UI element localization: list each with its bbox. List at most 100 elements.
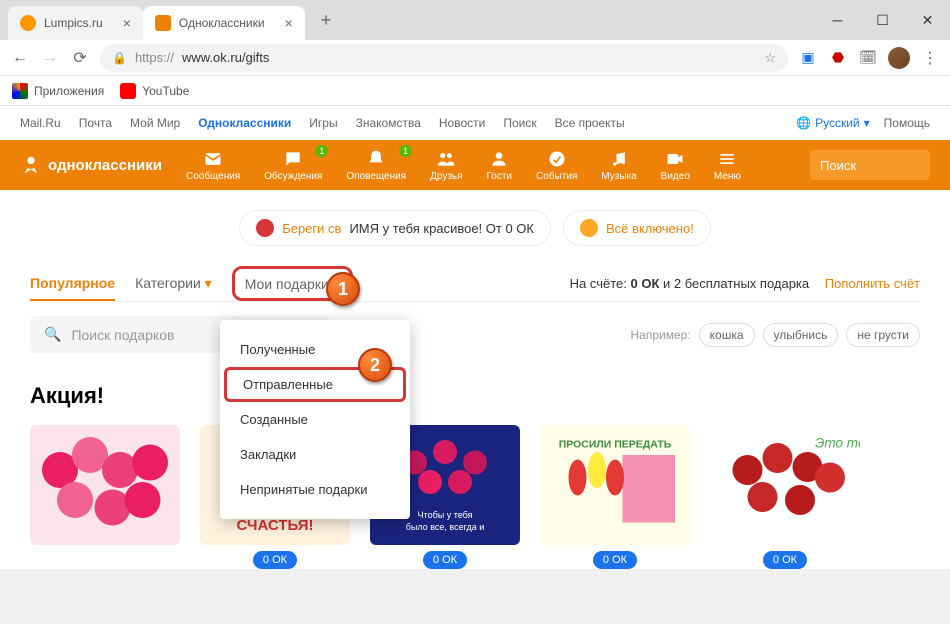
dd-item-bookmarks[interactable]: Закладки [220, 437, 410, 472]
new-tab-button[interactable]: + [313, 10, 340, 31]
close-button[interactable]: ✕ [905, 5, 950, 35]
chevron-down-icon: ▾ [205, 275, 212, 291]
svg-text:ПРОСИЛИ ПЕРЕДАТЬ: ПРОСИЛИ ПЕРЕДАТЬ [559, 439, 672, 451]
window-controls: ─ ☐ ✕ [815, 5, 950, 35]
search-input[interactable]: Поиск [810, 150, 930, 180]
account-balance: На счёте: 0 ОК и 2 бесплатных подарка По… [570, 276, 920, 291]
tab-popular[interactable]: Популярное [30, 267, 115, 301]
example-tag[interactable]: кошка [699, 323, 755, 347]
gifts-tabs: Популярное Категории ▾ Мои подарки ▾ На … [30, 266, 920, 302]
browser-tab-lumpics[interactable]: Lumpics.ru × [8, 6, 143, 40]
bookmark-label: YouTube [142, 84, 189, 98]
topnav-link[interactable]: Почта [79, 116, 112, 130]
ext-translate-icon[interactable]: ▣ [798, 48, 818, 68]
gift-price: 0 ОК [253, 551, 297, 569]
close-icon[interactable]: × [285, 15, 293, 31]
url-text: www.ok.ru/gifts [182, 50, 269, 65]
gift-price: 0 ОК [423, 551, 467, 569]
youtube-icon [120, 83, 136, 99]
guests-icon [489, 149, 509, 169]
minimize-button[interactable]: ─ [815, 5, 860, 35]
topnav-link[interactable]: Поиск [503, 116, 536, 130]
tab-title: Lumpics.ru [44, 16, 103, 30]
menu-icon[interactable]: ⋮ [920, 48, 940, 68]
gifts-grid: СЧАСТЬЯ! 0 ОК Чтобы у тебя было все, всег… [30, 425, 920, 569]
nav-music[interactable]: Музыка [601, 149, 636, 182]
reload-icon[interactable]: ⟳ [70, 48, 90, 68]
search-icon: 🔍 [44, 326, 61, 343]
nav-menu[interactable]: Меню [714, 149, 741, 182]
annotation-marker-1: 1 [326, 272, 360, 306]
language-selector[interactable]: 🌐Русский ▾ [796, 116, 870, 130]
browser-tab-ok[interactable]: Одноклассники × [143, 6, 305, 40]
address-bar: ← → ⟳ 🔒 https://www.ok.ru/gifts ☆ ▣ ⬣ 🗓 … [0, 40, 950, 76]
bookmark-youtube[interactable]: YouTube [120, 83, 189, 99]
hamburger-icon [717, 149, 737, 169]
svg-text:Чтобы у тебя: Чтобы у тебя [418, 510, 473, 520]
events-icon [547, 149, 567, 169]
tab-title: Одноклассники [179, 16, 265, 30]
bookmarks-bar: Приложения YouTube [0, 76, 950, 106]
maximize-button[interactable]: ☐ [860, 5, 905, 35]
gift-card[interactable]: ПРОСИЛИ ПЕРЕДАТЬ 0 ОК [540, 425, 690, 569]
favicon-lumpics [20, 15, 36, 31]
topnav-link[interactable]: Одноклассники [198, 116, 291, 130]
site-topnav: Mail.Ru Почта Мой Мир Одноклассники Игры… [0, 106, 950, 140]
gift-image-red-roses: Это тебе! [710, 425, 860, 545]
nav-friends[interactable]: Друзья [430, 149, 462, 182]
lock-icon: 🔒 [112, 51, 127, 65]
site-logo[interactable]: одноклассники [20, 154, 162, 176]
star-icon[interactable]: ☆ [764, 50, 776, 66]
gifts-search-row: 🔍 Поиск подарков Например: кошка улыбнис… [30, 302, 920, 367]
gift-price: 0 ОК [763, 551, 807, 569]
svg-text:СЧАСТЬЯ!: СЧАСТЬЯ! [236, 517, 313, 534]
annotation-marker-2: 2 [358, 348, 392, 382]
close-icon[interactable]: × [123, 15, 131, 31]
page-content: Береги свИМЯ у тебя красивое! От 0 ОК Вс… [0, 190, 950, 569]
nav-messages[interactable]: Сообщения [186, 149, 240, 182]
back-icon[interactable]: ← [10, 49, 30, 67]
svg-text:было все, всегда и: было все, всегда и [406, 522, 485, 532]
promo-row: Береги свИМЯ у тебя красивое! От 0 ОК Вс… [30, 190, 920, 266]
topnav-link[interactable]: Игры [309, 116, 337, 130]
browser-titlebar: Lumpics.ru × Одноклассники × + ─ ☐ ✕ [0, 0, 950, 40]
ext-calendar-icon[interactable]: 🗓 [858, 48, 878, 68]
topnav-link[interactable]: Mail.Ru [20, 116, 61, 130]
nav-notifications[interactable]: 1Оповещения [346, 149, 406, 182]
dd-item-created[interactable]: Созданные [220, 402, 410, 437]
chat-icon [283, 149, 303, 169]
bookmark-label: Приложения [34, 84, 104, 98]
example-tag[interactable]: не грусти [846, 323, 920, 347]
bookmark-apps[interactable]: Приложения [12, 83, 104, 99]
logo-text: одноклассники [48, 157, 162, 174]
topnav-link[interactable]: Мой Мир [130, 116, 180, 130]
profile-avatar[interactable] [888, 47, 910, 69]
tab-categories[interactable]: Категории ▾ [135, 267, 212, 300]
promo-icon [256, 219, 274, 237]
gift-card[interactable]: Это тебе! 0 ОК [710, 425, 860, 569]
forward-icon[interactable]: → [40, 49, 60, 67]
svg-text:Это тебе!: Это тебе! [815, 436, 860, 451]
video-icon [665, 149, 685, 169]
gift-price: 0 ОК [593, 551, 637, 569]
nav-video[interactable]: Видео [661, 149, 690, 182]
example-tag[interactable]: улыбнись [763, 323, 839, 347]
topup-link[interactable]: Пополнить счёт [825, 276, 920, 291]
nav-events[interactable]: События [536, 149, 577, 182]
topnav-link[interactable]: Новости [439, 116, 485, 130]
help-link[interactable]: Помощь [884, 116, 930, 130]
promo-button-all[interactable]: Всё включено! [563, 210, 711, 246]
promo-button-name[interactable]: Береги свИМЯ у тебя красивое! От 0 ОК [239, 210, 551, 246]
topnav-link[interactable]: Знакомства [356, 116, 421, 130]
dd-item-unaccepted[interactable]: Непринятые подарки [220, 472, 410, 507]
main-nav: одноклассники Сообщения 1Обсуждения 1Опо… [0, 140, 950, 190]
topnav-link[interactable]: Все проекты [555, 116, 625, 130]
globe-icon: 🌐 [796, 116, 811, 130]
url-input[interactable]: 🔒 https://www.ok.ru/gifts ☆ [100, 44, 788, 72]
gift-card[interactable] [30, 425, 180, 569]
ext-adblock-icon[interactable]: ⬣ [828, 48, 848, 68]
mail-icon [203, 149, 223, 169]
nav-discussions[interactable]: 1Обсуждения [264, 149, 322, 182]
nav-guests[interactable]: Гости [487, 149, 512, 182]
friends-icon [436, 149, 456, 169]
